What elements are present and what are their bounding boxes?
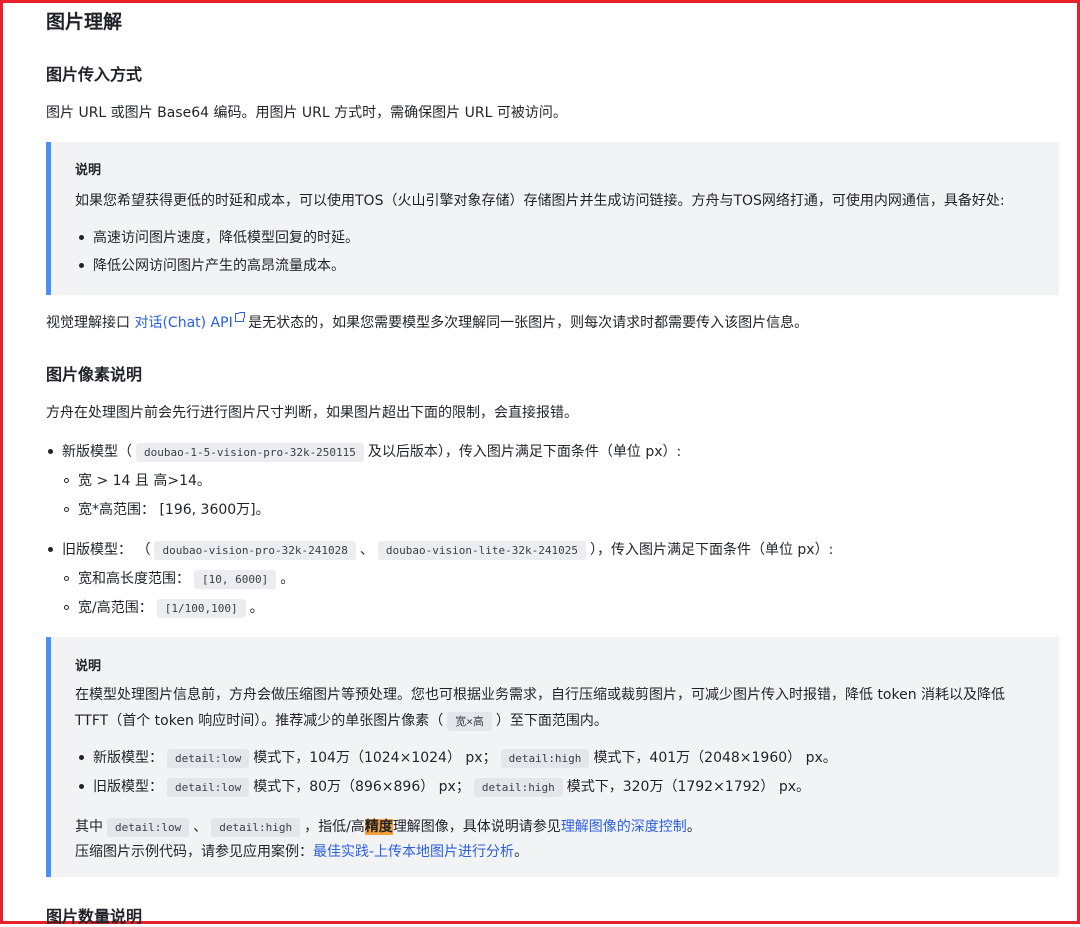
bullet-dot: [79, 754, 84, 760]
highlight-mark: 精度: [364, 819, 393, 835]
pixel-heading: 图片像素说明: [46, 365, 143, 384]
depth-control-link[interactable]: 理解图像的深度控制: [561, 819, 687, 835]
section-title: 图片理解: [46, 11, 123, 33]
image-count-heading: 图片数量说明: [46, 907, 143, 926]
note-box-compress: 说明 在模型处理图片信息前，方舟会做压缩图片等预处理。您也可根据业务需求，自行压…: [46, 637, 1059, 877]
bullet-dot: [48, 546, 53, 552]
note-text: 压缩图片示例代码，请参见应用案例：最佳实践-上传本地图片进行分析。: [75, 844, 529, 860]
note-text: 在模型处理图片信息前，方舟会做压缩图片等预处理。您也可根据业务需求，自行压缩或裁…: [75, 687, 1006, 703]
bullet-ring: [64, 604, 69, 610]
bullet-dot: [48, 448, 53, 454]
bullet-dot: [79, 783, 84, 789]
code-model-name: doubao-vision-pro-32k-241028: [154, 541, 356, 560]
list-item-old-model: 旧版模型： （doubao-vision-pro-32k-241028、 doub…: [48, 539, 833, 562]
code-range: [1/100,100]: [156, 599, 246, 618]
code-inline: detail:high: [211, 818, 301, 837]
note-title: 说明: [75, 163, 102, 178]
bullet-ring: [64, 575, 69, 581]
code-model-name: doubao-vision-lite-32k-241025: [377, 541, 586, 560]
input-method-desc: 图片 URL 或图片 Base64 编码。用图片 URL 方式时，需确保图片 U…: [46, 105, 567, 121]
bullet-ring: [64, 506, 69, 512]
input-method-heading: 图片传入方式: [46, 65, 143, 84]
external-link-icon: [234, 312, 245, 322]
sub-list-item: 宽 > 14 且 高>14。: [64, 470, 211, 492]
list-item: 降低公网访问图片产生的高昂流量成本。: [79, 255, 345, 277]
bullet-dot: [79, 234, 84, 240]
code-inline: detail:high: [473, 778, 563, 797]
pixel-desc: 方舟在处理图片前会先行进行图片尺寸判断，如果图片超出下面的限制，会直接报错。: [46, 405, 578, 421]
code-inline: detail:high: [500, 749, 590, 768]
note-title: 说明: [75, 659, 102, 674]
note-box-tos: 说明 如果您希望获得更低的时延和成本，可以使用TOS（火山引擎对象存储）存储图片…: [46, 142, 1059, 295]
bullet-dot: [79, 262, 84, 268]
best-practice-link[interactable]: 最佳实践-上传本地图片进行分析: [313, 844, 514, 860]
list-item: 新版模型： detail:low 模式下，104万（1024×1024） px； de…: [79, 747, 837, 770]
note-text: TTFT（首个 token 响应时间）。推荐减少的单张图片像素（ 宽×高 ）至下面范…: [75, 712, 608, 731]
code-inline: detail:low: [167, 749, 250, 768]
stateless-text: 视觉理解接口 对话(Chat) API 是无状态的，如果您需要模型多次理解同一张…: [46, 312, 809, 331]
note-text: 其中 detail:low、 detail:high ，指低/高精度理解图像，具体说明…: [75, 818, 701, 837]
sub-list-item: 宽/高范围： [1/100,100]。: [64, 597, 264, 620]
list-item-new-model: 新版模型（ doubao-1-5-vision-pro-32k-250115 及以后…: [48, 441, 681, 464]
note-text: 如果您希望获得更低的时延和成本，可以使用TOS（火山引擎对象存储）存储图片并生成…: [75, 193, 1005, 209]
list-item: 旧版模型： detail:low 模式下，80万（896×896） px； detai…: [79, 776, 810, 799]
code-range: [10, 6000]: [194, 570, 277, 589]
code-model-name: doubao-1-5-vision-pro-32k-250115: [136, 443, 364, 462]
code-inline: detail:low: [167, 778, 250, 797]
bullet-ring: [64, 477, 69, 483]
sub-list-item: 宽*高范围： [196, 3600万]。: [64, 499, 270, 521]
sub-list-item: 宽和高长度范围： [10, 6000]。: [64, 568, 294, 591]
list-item: 高速访问图片速度，降低模型回复的时延。: [79, 227, 359, 249]
code-inline: 宽×高: [447, 712, 492, 731]
code-inline: detail:low: [107, 818, 190, 837]
chat-api-link[interactable]: 对话(Chat) API: [134, 315, 232, 331]
